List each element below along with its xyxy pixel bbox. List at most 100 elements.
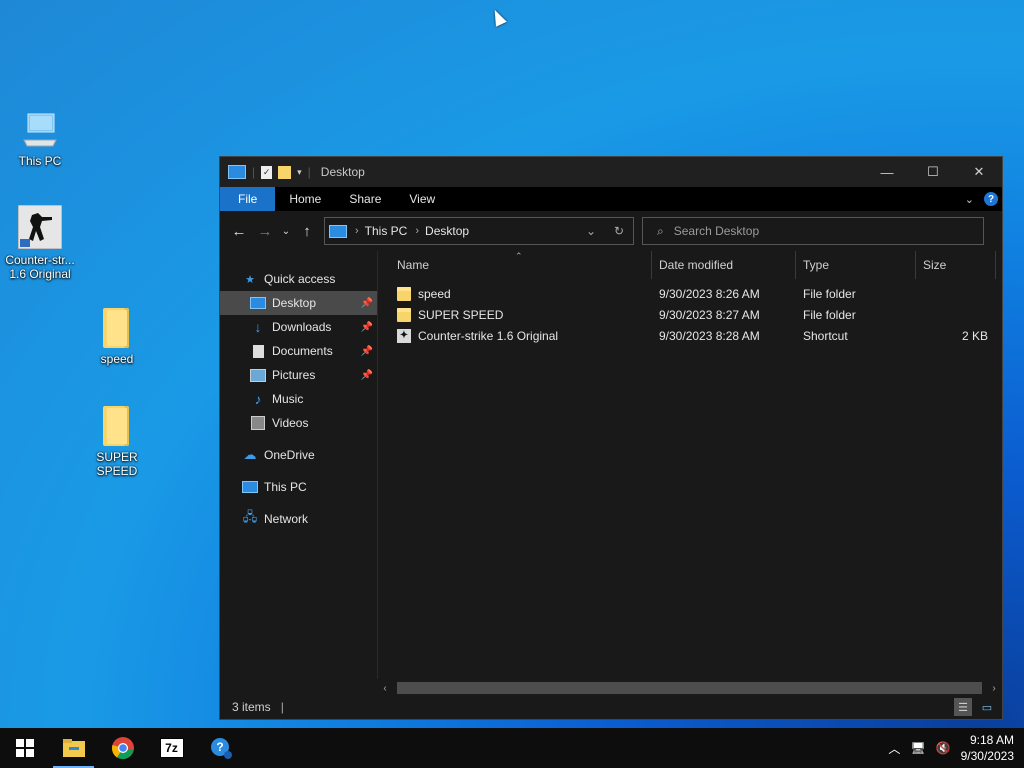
up-button[interactable]: ↑ (294, 223, 320, 240)
properties-icon[interactable]: ✓ (261, 165, 273, 179)
help-icon[interactable]: ? (196, 728, 245, 768)
file-type: Shortcut (803, 328, 848, 343)
breadcrumb-separator-icon: › (355, 225, 359, 237)
computer-icon (20, 110, 60, 150)
file-name: speed (418, 286, 451, 301)
chevron-up-icon[interactable]: ︿ (888, 740, 900, 757)
file-date: 9/30/2023 8:28 AM (659, 328, 760, 343)
file-explorer-icon[interactable] (49, 728, 98, 768)
refresh-icon[interactable]: ↻ (605, 224, 633, 238)
nav-label: OneDrive (264, 448, 315, 462)
network-icon[interactable]: 🖥 (910, 741, 925, 755)
tab-file[interactable]: File (220, 187, 276, 211)
picture-icon (250, 368, 266, 382)
scroll-right-icon[interactable]: › (986, 683, 1002, 694)
desktop-icon-counter-strike[interactable]: Counter-str... 1.6 Original (0, 204, 80, 281)
nav-videos[interactable]: Videos (220, 411, 377, 435)
recent-locations-button[interactable]: ⌄ (278, 226, 294, 237)
video-icon (250, 416, 266, 430)
file-size: 2 KB (961, 328, 988, 343)
file-explorer-window: | ✓ ▾ | Desktop — ☐ ✕ File Home Share Vi… (219, 156, 1003, 720)
minimize-button[interactable]: — (864, 157, 910, 187)
cloud-icon: ☁ (243, 447, 257, 462)
file-row[interactable]: speed 9/30/2023 8:26 AM File folder (378, 283, 1002, 304)
file-row[interactable]: ✦ Counter-strike 1.6 Original 9/30/2023 … (378, 325, 1002, 346)
desktop-icon-this-pc[interactable]: This PC (0, 110, 80, 168)
divider: | (307, 165, 311, 179)
close-button[interactable]: ✕ (956, 157, 1002, 187)
desktop-icon-speed[interactable]: speed (77, 308, 157, 366)
item-count: 3 items (232, 700, 271, 714)
7zip-icon[interactable]: 7z (147, 728, 196, 768)
nav-pictures[interactable]: Pictures 📌 (220, 363, 377, 387)
desktop-icon-label: This PC (18, 154, 62, 168)
nav-label: This PC (264, 480, 307, 494)
clock[interactable]: 9:18 AM 9/30/2023 (961, 732, 1014, 764)
large-icons-view-icon[interactable]: ▭ (978, 698, 996, 716)
nav-quick-access[interactable]: ★ Quick access (220, 267, 377, 291)
nav-downloads[interactable]: ↓ Downloads 📌 (220, 315, 377, 339)
scrollbar-thumb[interactable] (397, 682, 982, 694)
title-bar[interactable]: | ✓ ▾ | Desktop — ☐ ✕ (220, 157, 1002, 187)
desktop-icon-label: SUPER SPEED (96, 450, 138, 478)
pin-icon[interactable]: 📌 (361, 298, 373, 309)
quick-access-toolbar: | ✓ ▾ | (220, 165, 311, 179)
status-bar: 3 items | ☰ ▭ (220, 695, 1002, 719)
breadcrumb-desktop[interactable]: Desktop (425, 224, 469, 238)
windows-start-icon[interactable] (0, 728, 49, 768)
scroll-left-icon[interactable]: ‹ (377, 683, 393, 694)
customize-toolbar-icon[interactable]: ▾ (297, 167, 302, 178)
explorer-window-icon (228, 165, 246, 179)
column-headers: Name Date modified Type Size ⌃ (378, 251, 1002, 279)
column-header-type[interactable]: Type (796, 251, 916, 279)
breadcrumb-separator-icon: › (415, 225, 420, 237)
nav-desktop[interactable]: Desktop 📌 (220, 291, 377, 315)
address-bar[interactable]: › This PC › Desktop ⌄ ↻ (324, 217, 634, 245)
desktop-icon-label: speed (100, 352, 134, 366)
star-icon: ★ (245, 273, 255, 286)
desktop-icon (250, 296, 266, 310)
folder-icon (397, 286, 411, 301)
chrome-icon[interactable] (98, 728, 147, 768)
file-row[interactable]: SUPER SPEED 9/30/2023 8:27 AM File folde… (378, 304, 1002, 325)
column-header-date[interactable]: Date modified (652, 251, 796, 279)
nav-label: Downloads (272, 320, 332, 334)
new-folder-icon[interactable] (278, 165, 292, 179)
address-dropdown-icon[interactable]: ⌄ (577, 224, 605, 238)
maximize-button[interactable]: ☐ (910, 157, 956, 187)
download-arrow-icon: ↓ (254, 319, 262, 335)
navigation-pane: ★ Quick access Desktop 📌 ↓ Downloads 📌 D… (220, 251, 377, 679)
nav-label: Music (272, 392, 304, 406)
pin-icon[interactable]: 📌 (361, 346, 373, 357)
nav-label: Documents (272, 344, 333, 358)
file-list: Name Date modified Type Size ⌃ speed 9/3… (377, 251, 1002, 679)
search-box[interactable]: ⌕ Search Desktop (642, 217, 984, 245)
breadcrumb-this-pc[interactable]: This PC (365, 224, 408, 238)
nav-label: Quick access (264, 272, 336, 286)
volume-muted-icon[interactable]: 🔇 (936, 741, 951, 755)
computer-icon (242, 480, 258, 494)
tab-share[interactable]: Share (335, 187, 395, 211)
nav-onedrive[interactable]: ☁ OneDrive (220, 443, 377, 467)
window-title: Desktop (320, 165, 365, 179)
pin-icon[interactable]: 📌 (361, 322, 373, 333)
tab-home[interactable]: Home (275, 187, 335, 211)
tab-view[interactable]: View (395, 187, 449, 211)
desktop-icon-super-speed[interactable]: SUPER SPEED (77, 406, 157, 478)
nav-music[interactable]: ♪ Music (220, 387, 377, 411)
ribbon-tabs: File Home Share View ⌄ ? (220, 187, 1002, 211)
column-header-size[interactable]: Size (916, 251, 996, 279)
forward-button[interactable]: → (252, 223, 278, 240)
nav-label: Videos (272, 416, 309, 430)
pin-icon[interactable]: 📌 (361, 370, 373, 381)
divider: | (280, 700, 284, 714)
clock-time: 9:18 AM (969, 733, 1014, 747)
details-view-icon[interactable]: ☰ (954, 698, 972, 716)
nav-this-pc[interactable]: This PC (220, 475, 377, 499)
back-button[interactable]: ← (226, 223, 252, 240)
file-name: SUPER SPEED (418, 307, 504, 322)
nav-network[interactable]: 🖧 Network (220, 507, 377, 531)
expand-ribbon-icon[interactable]: ⌄ (965, 193, 974, 206)
nav-documents[interactable]: Documents 📌 (220, 339, 377, 363)
help-icon[interactable]: ? (984, 192, 998, 206)
